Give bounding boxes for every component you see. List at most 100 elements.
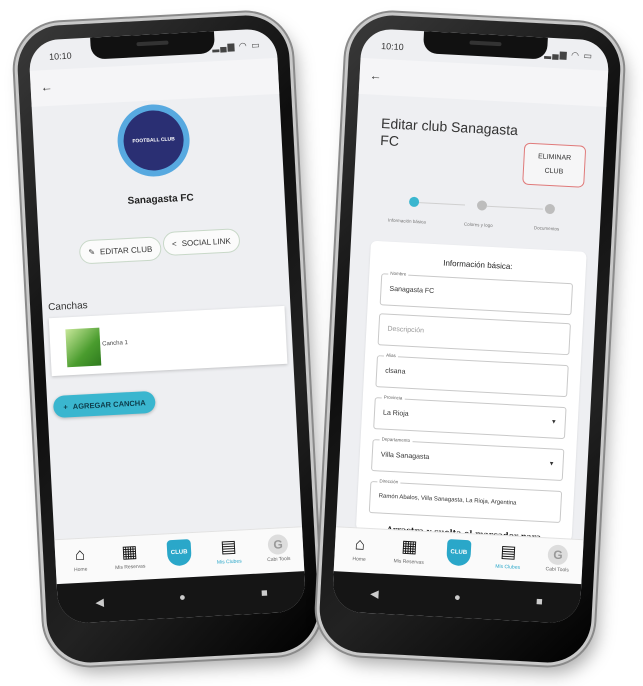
description-field[interactable]: Descripción — [377, 313, 571, 356]
avatar-icon: G — [547, 544, 569, 566]
avatar-letter: G — [552, 547, 564, 563]
court-label: Cancha 1 — [102, 340, 129, 348]
club-detail: FOOTBALL CLUB Sanagasta FC ✎ EDITAR CLUB… — [32, 94, 302, 542]
court-thumbnail — [65, 327, 102, 368]
nav-club[interactable]: CLUB — [434, 532, 484, 578]
nav-mis-clubes-label: Mis Clubes — [216, 558, 242, 566]
nav-cabi-tools[interactable]: G Cabi Tools — [253, 527, 303, 573]
nav-home[interactable]: ⌂ Home — [334, 527, 384, 573]
nav-mis-clubes-label: Mis Clubes — [495, 563, 521, 571]
share-icon: < — [171, 238, 177, 249]
home-icon: ⌂ — [354, 534, 366, 554]
nav-reservas[interactable]: ▦ Mis Reservas — [384, 530, 434, 576]
back-arrow-icon[interactable]: ← — [369, 68, 382, 83]
step-2-dot[interactable] — [476, 200, 488, 211]
alias-field-value: clsana — [385, 367, 406, 376]
address-value: Ramón Abalos, Villa Sanagasta, La Rioja,… — [378, 493, 517, 507]
pencil-icon: ✎ — [88, 247, 96, 257]
system-home-icon[interactable]: ● — [179, 591, 186, 603]
step-3-label: Documentos — [533, 225, 560, 232]
avatar-icon: G — [267, 534, 289, 556]
step-1-dot[interactable] — [408, 196, 420, 208]
edit-club-label: EDITAR CLUB — [99, 244, 153, 256]
left-phone: 10:10 ▂▄▆ ◠ ▭ ← FOOTBALL CLUB Sanagasta … — [15, 13, 321, 665]
basic-info-card: Información básica: Nombre Sanagasta FC … — [355, 240, 587, 542]
social-link-button[interactable]: < SOCIAL LINK — [162, 228, 241, 257]
nav-reservas[interactable]: ▦ Mis Reservas — [105, 535, 155, 581]
department-select[interactable]: Departamento Villa Sanagasta ▼ — [370, 436, 565, 482]
nav-mis-clubes[interactable]: ▤ Mis Clubes — [204, 530, 254, 576]
page-title: Editar club Sanagasta FC — [379, 115, 519, 149]
province-value: La Rioja — [382, 409, 409, 418]
name-field-label: Nombre — [388, 270, 409, 277]
delete-club-label-1: ELIMINAR — [537, 153, 572, 163]
club-badge-text: CLUB — [170, 549, 188, 557]
add-court-button[interactable]: + AGREGAR CANCHA — [52, 390, 157, 419]
avatar-letter: G — [273, 537, 284, 552]
club-logo-icon: CLUB — [446, 539, 472, 567]
nav-cabi-tools-label: Cabi Tools — [545, 566, 569, 574]
system-back-icon[interactable]: ◀ — [95, 595, 104, 608]
nav-cabi-tools[interactable]: G Cabi Tools — [533, 538, 583, 584]
department-label: Departamento — [379, 436, 413, 444]
club-logo-text: FOOTBALL CLUB — [132, 136, 175, 145]
system-recents-icon[interactable]: ■ — [261, 587, 268, 599]
back-arrow-icon[interactable]: ← — [40, 80, 53, 95]
alias-field-label: Alias — [383, 352, 398, 359]
name-field[interactable]: Nombre Sanagasta FC — [379, 270, 574, 316]
nav-cabi-tools-label: Cabi Tools — [267, 555, 291, 564]
delete-club-label-2: CLUB — [544, 167, 564, 176]
add-court-label: AGREGAR CANCHA — [72, 397, 146, 411]
step-2-label: Colores y logo — [463, 221, 493, 229]
status-icons: ▂▄▆ ◠ ▭ — [211, 39, 261, 53]
department-value: Villa Sanagasta — [380, 451, 430, 462]
address-field[interactable]: Dirección Ramón Abalos, Villa Sanagasta,… — [368, 478, 563, 523]
edit-club-button[interactable]: ✎ EDITAR CLUB — [78, 236, 162, 265]
system-back-icon[interactable]: ◀ — [370, 587, 379, 600]
nav-home-label: Home — [73, 566, 88, 574]
delete-club-button[interactable]: ELIMINAR CLUB — [522, 142, 587, 188]
stepper: Información básica Colores y logo Docume… — [351, 194, 601, 247]
left-screen: 10:10 ▂▄▆ ◠ ▭ ← FOOTBALL CLUB Sanagasta … — [28, 27, 307, 625]
system-home-icon[interactable]: ● — [454, 592, 461, 604]
right-screen: 10:10 ▂▄▆ ◠ ▭ ← Editar club Sanagasta FC… — [331, 27, 610, 625]
name-field-value: Sanagasta FC — [389, 285, 435, 296]
dropdown-caret-icon: ▼ — [548, 461, 555, 468]
province-select[interactable]: Provincia La Rioja ▼ — [373, 394, 567, 440]
right-phone: 10:10 ▂▄▆ ◠ ▭ ← Editar club Sanagasta FC… — [317, 13, 623, 665]
dashboard-icon: ▤ — [220, 536, 238, 557]
club-name: Sanagasta FC — [127, 192, 195, 207]
calendar-icon: ▦ — [400, 536, 418, 557]
status-time: 10:10 — [380, 40, 404, 53]
nav-club[interactable]: CLUB — [154, 532, 204, 578]
edit-club-form: Editar club Sanagasta FC ELIMINAR CLUB I… — [336, 94, 606, 542]
status-time: 10:10 — [48, 50, 72, 62]
plus-icon: + — [63, 401, 69, 412]
status-icons: ▂▄▆ ◠ ▭ — [544, 48, 594, 62]
nav-home[interactable]: ⌂ Home — [55, 538, 105, 584]
province-label: Provincia — [381, 394, 405, 401]
description-placeholder: Descripción — [387, 325, 425, 335]
club-logo-icon: CLUB — [166, 539, 192, 567]
nav-reservas-label: Mis Reservas — [114, 563, 146, 572]
dashboard-icon: ▤ — [499, 541, 518, 562]
dropdown-caret-icon: ▼ — [550, 419, 557, 426]
club-badge-text: CLUB — [450, 549, 468, 557]
court-card[interactable]: Cancha 1 — [48, 305, 288, 377]
section-title-canchas: Canchas — [47, 300, 88, 314]
step-3-dot[interactable] — [544, 203, 556, 215]
social-link-label: SOCIAL LINK — [181, 236, 231, 248]
step-connector — [486, 205, 543, 210]
club-logo-inner: FOOTBALL CLUB — [122, 108, 186, 173]
nav-home-label: Home — [352, 556, 366, 563]
alias-field[interactable]: Alias clsana — [375, 352, 569, 398]
club-logo: FOOTBALL CLUB — [115, 102, 192, 179]
step-connector — [419, 202, 466, 206]
nav-reservas-label: Mis Reservas — [393, 558, 424, 566]
step-1-label: Información básica — [387, 217, 426, 225]
system-recents-icon[interactable]: ■ — [536, 596, 543, 608]
address-label: Dirección — [377, 478, 401, 485]
home-icon: ⌂ — [74, 544, 86, 565]
calendar-icon: ▦ — [120, 541, 138, 562]
nav-mis-clubes[interactable]: ▤ Mis Clubes — [483, 535, 533, 581]
